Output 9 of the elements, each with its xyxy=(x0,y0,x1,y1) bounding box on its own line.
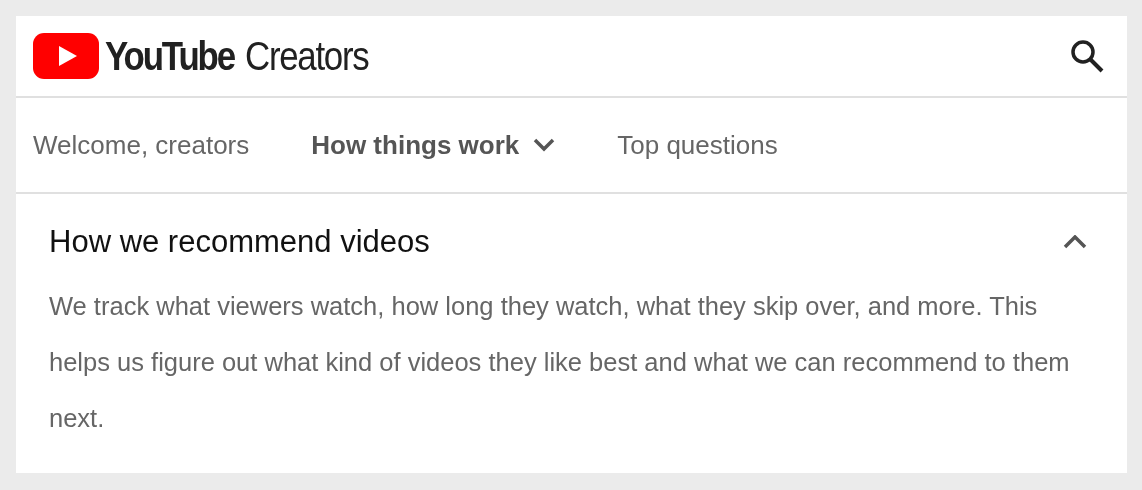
section-title: How we recommend videos xyxy=(49,224,431,260)
play-logo-icon xyxy=(33,33,99,79)
nav-tab[interactable]: Welcome, creators xyxy=(33,129,250,161)
logo-text: Creators xyxy=(244,32,369,80)
logo-text: YouTube xyxy=(105,32,235,80)
nav-tab[interactable]: How things work xyxy=(311,129,556,161)
nav-tab[interactable]: Top questions xyxy=(617,129,778,161)
section-body: We track what viewers watch, how long they watch, what they skip over, and more. This helps us figure out what kind of videos they like best and what we can recommend to them next. xyxy=(49,291,1071,434)
search-icon[interactable] xyxy=(1069,38,1105,74)
